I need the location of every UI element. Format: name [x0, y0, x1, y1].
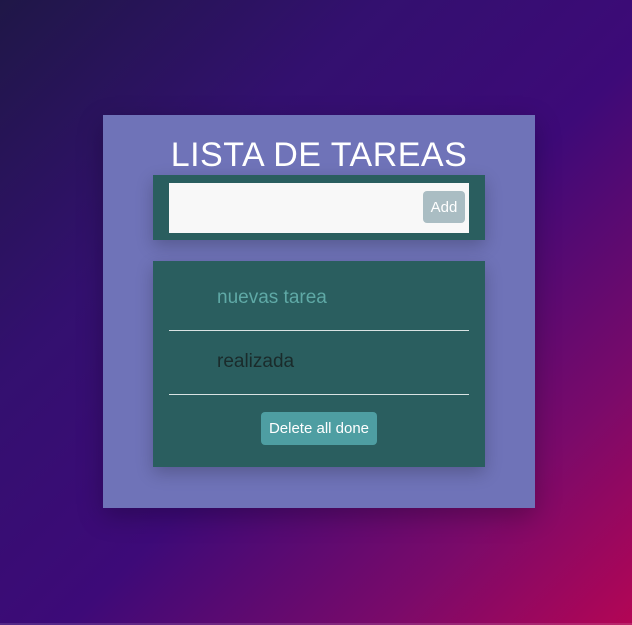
- task-list: nuevas tarea realizada Delete all done: [153, 261, 485, 467]
- todo-card: LISTA DE TAREAS Add nuevas tarea realiza…: [103, 115, 535, 508]
- list-item-nuevas-tarea[interactable]: nuevas tarea: [169, 267, 469, 331]
- task-label: realizada: [217, 351, 295, 372]
- new-task-field-container: Add: [169, 183, 469, 233]
- page-title: LISTA DE TAREAS: [170, 136, 468, 174]
- new-task-panel: Add: [153, 175, 485, 240]
- new-task-input[interactable]: [169, 183, 419, 233]
- add-button[interactable]: Add: [423, 191, 465, 223]
- delete-all-done-button[interactable]: Delete all done: [261, 412, 377, 445]
- task-label: nuevas tarea: [217, 287, 327, 308]
- list-item-realizada[interactable]: realizada: [169, 331, 469, 395]
